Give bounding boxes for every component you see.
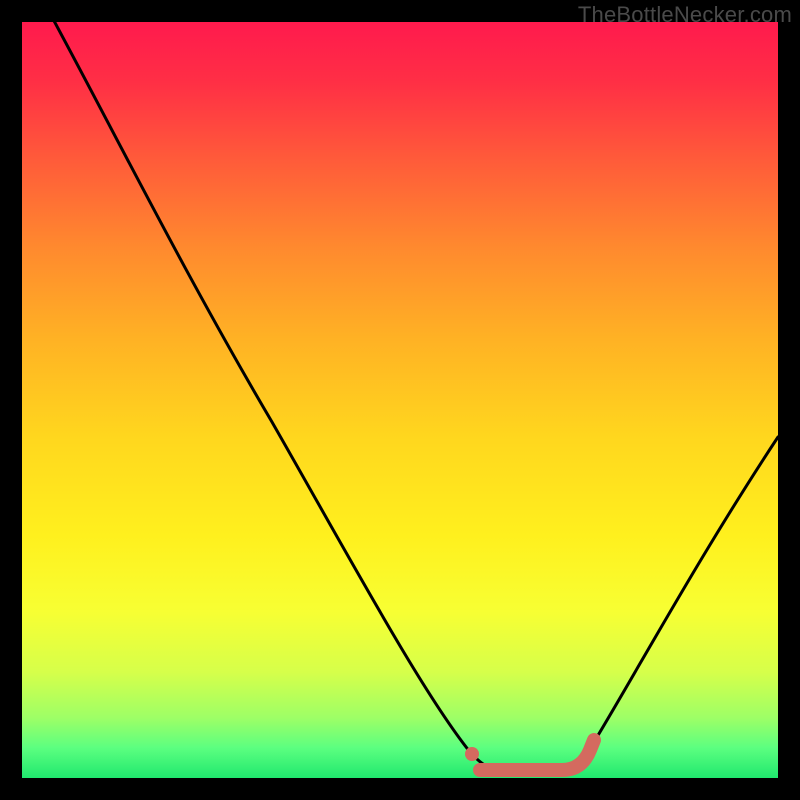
chart-frame: TheBottleNecker.com [0,0,800,800]
optimal-start-dot [465,747,479,761]
bottleneck-curve [22,22,778,775]
attribution-text: TheBottleNecker.com [578,2,792,28]
chart-svg [22,22,778,778]
optimal-range-bar [480,740,594,770]
chart-plot-area [22,22,778,778]
